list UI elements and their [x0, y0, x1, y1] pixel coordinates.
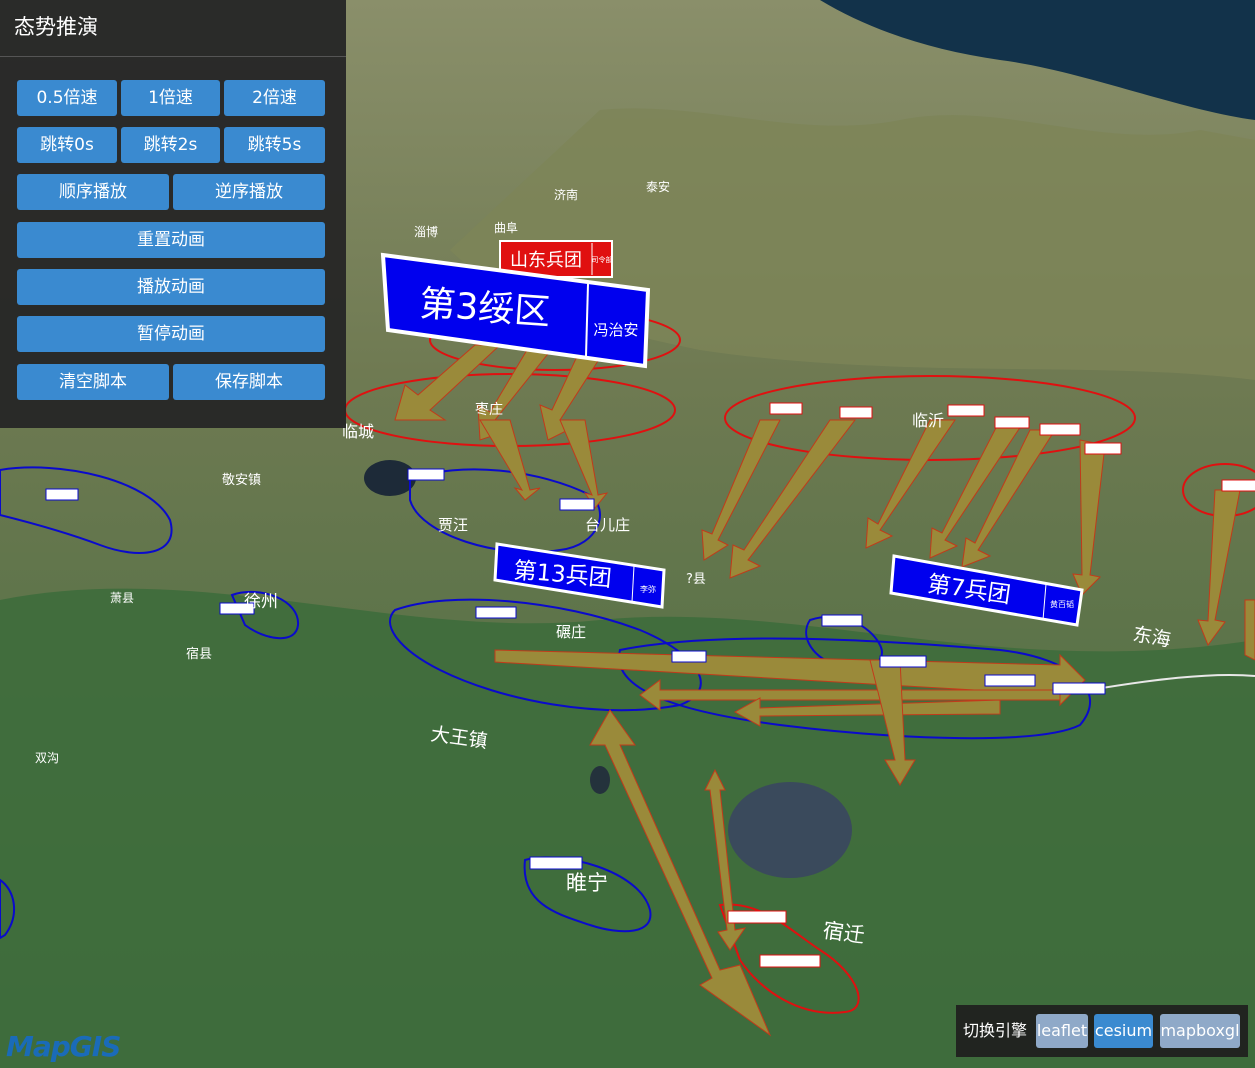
- lake-small: [590, 766, 610, 794]
- place-taierzhuang: 台儿庄: [585, 516, 630, 534]
- engine-mapboxgl-button[interactable]: mapboxgl: [1160, 1014, 1240, 1048]
- speed-0-5x-button[interactable]: 0.5倍速: [17, 80, 117, 116]
- place-nianzhuang: 碾庄: [556, 623, 586, 641]
- jump-2s-button[interactable]: 跳转2s: [121, 127, 220, 163]
- place-xuzhou: 徐州: [244, 592, 278, 612]
- panel-title: 态势推演: [0, 0, 346, 57]
- mapgis-logo: MapGIS: [6, 1030, 121, 1063]
- save-script-button[interactable]: 保存脚本: [173, 364, 325, 400]
- place-zibo: 淄博: [414, 224, 438, 239]
- place-shuanggou: 双沟: [35, 751, 59, 765]
- jump-5s-button[interactable]: 跳转5s: [224, 127, 325, 163]
- control-panel: 态势推演 0.5倍速 1倍速 2倍速 跳转0s 跳转2s 跳转5s 顺序播放 逆…: [0, 0, 346, 428]
- svg-text:李弥: 李弥: [640, 584, 656, 594]
- engine-switcher: 切换引擎 leaflet cesium mapboxgl: [956, 1005, 1248, 1057]
- place-qufu: 曲阜: [494, 221, 518, 235]
- reset-animation-button[interactable]: 重置动画: [17, 222, 325, 258]
- arrow-e8: [1244, 599, 1255, 661]
- clear-script-button[interactable]: 清空脚本: [17, 364, 169, 400]
- place-zaozhuang: 枣庄: [475, 401, 503, 418]
- engine-leaflet-button[interactable]: leaflet: [1036, 1014, 1088, 1048]
- play-reverse-button[interactable]: 逆序播放: [173, 174, 325, 210]
- place-suxian: 宿县: [186, 646, 212, 662]
- speed-1x-button[interactable]: 1倍速: [121, 80, 220, 116]
- place-jinan: 济南: [554, 187, 578, 202]
- place-yixian: ?县: [686, 572, 706, 587]
- place-jiawang: 贾汪: [438, 516, 468, 534]
- place-lincheng: 临城: [342, 422, 374, 441]
- speed-2x-button[interactable]: 2倍速: [224, 80, 325, 116]
- svg-text:黄百韬: 黄百韬: [1050, 599, 1074, 609]
- lake-hongze: [728, 782, 852, 878]
- place-xiaoxian: 萧县: [110, 591, 134, 605]
- jump-0s-button[interactable]: 跳转0s: [17, 127, 117, 163]
- svg-text:司令部: 司令部: [592, 255, 613, 264]
- place-taian: 泰安: [646, 179, 670, 194]
- svg-text:冯治安: 冯治安: [593, 321, 638, 339]
- pause-animation-button[interactable]: 暂停动画: [17, 316, 325, 352]
- engine-cesium-button[interactable]: cesium: [1094, 1014, 1153, 1048]
- engine-label: 切换引擎: [963, 1021, 1028, 1040]
- place-suining: 睢宁: [566, 871, 608, 895]
- place-linyi: 临沂: [912, 411, 944, 430]
- play-forward-button[interactable]: 顺序播放: [17, 174, 169, 210]
- svg-text:山东兵团: 山东兵团: [510, 250, 582, 271]
- play-animation-button[interactable]: 播放动画: [17, 269, 325, 305]
- place-jingan: 敬安镇: [222, 472, 261, 488]
